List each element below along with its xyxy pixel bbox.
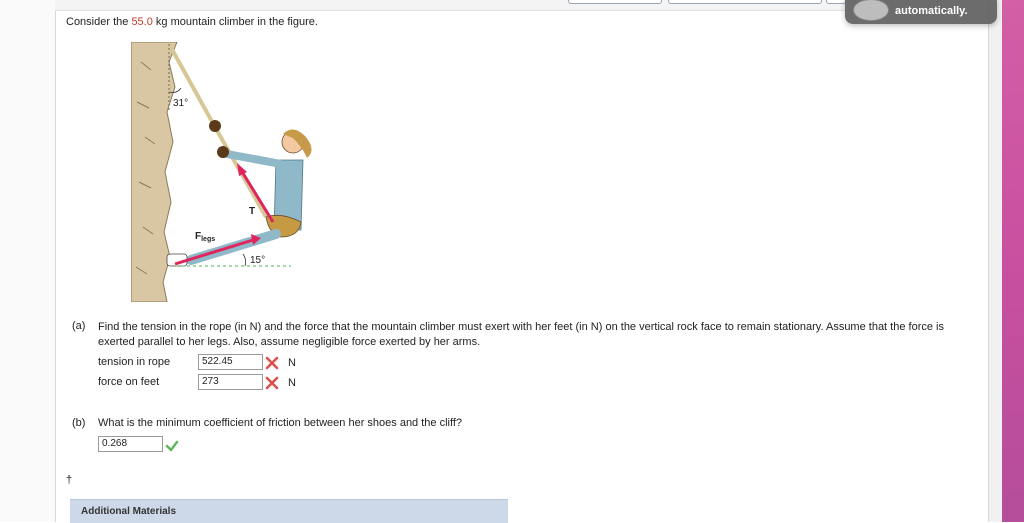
right-panel xyxy=(989,0,1002,522)
mass-value: 55.0 xyxy=(131,16,153,28)
prompt-text-after: kg mountain climber in the figure. xyxy=(152,16,318,28)
force-label-sub: legs xyxy=(201,236,215,243)
incorrect-x-icon xyxy=(265,356,279,370)
notification-toast[interactable]: automatically. xyxy=(845,0,997,24)
angle-label-bottom: 15° xyxy=(250,255,265,266)
angle-label-top: 31° xyxy=(173,98,188,109)
force-row-label: force on feet xyxy=(98,376,160,388)
rope xyxy=(167,43,217,128)
problem-prompt: Consider the 55.0 kg mountain climber in… xyxy=(66,16,318,28)
tension-unit: N xyxy=(288,357,296,369)
desktop-edge xyxy=(1002,0,1024,522)
top-tab[interactable] xyxy=(826,0,846,4)
prompt-text-before: Consider the xyxy=(66,16,132,28)
incorrect-x-icon xyxy=(265,376,279,390)
tension-label: T xyxy=(249,206,255,217)
part-b-label: (b) xyxy=(72,417,86,429)
climber-figure: 31° T Flegs 15° xyxy=(130,41,321,303)
climber-illustration: 31° T Flegs 15° xyxy=(130,41,312,303)
force-label: Flegs xyxy=(195,231,215,243)
left-gutter xyxy=(0,0,55,522)
tension-row-label: tension in rope xyxy=(98,356,171,368)
tension-arrow-line xyxy=(239,169,275,223)
climber-glove-lower xyxy=(217,146,229,158)
tension-answer-input[interactable]: 522.45 xyxy=(198,354,263,370)
part-a-label: (a) xyxy=(72,320,86,332)
app-logo-icon xyxy=(853,0,889,21)
top-tab[interactable] xyxy=(568,0,662,4)
tension-arrow-head xyxy=(237,163,247,176)
force-unit: N xyxy=(288,377,296,389)
additional-materials-label: Additional Materials xyxy=(81,506,177,517)
part-a-question: Find the tension in the rope (in N) and … xyxy=(98,321,944,348)
friction-answer-input[interactable]: 0.268 xyxy=(98,436,163,452)
correct-check-icon xyxy=(165,440,179,452)
force-arrow-line xyxy=(174,238,254,266)
top-tab[interactable] xyxy=(668,0,822,4)
part-b-question: What is the minimum coefficient of frict… xyxy=(98,417,462,429)
page-left-border xyxy=(55,0,56,522)
footnote-dagger: † xyxy=(66,474,73,486)
toast-text: automatically. xyxy=(895,5,968,17)
additional-materials-bar[interactable]: Additional Materials xyxy=(70,499,508,523)
climber-glove-upper xyxy=(209,120,221,132)
force-answer-input[interactable]: 273 xyxy=(198,374,263,390)
angle-arc-bottom xyxy=(242,253,247,267)
